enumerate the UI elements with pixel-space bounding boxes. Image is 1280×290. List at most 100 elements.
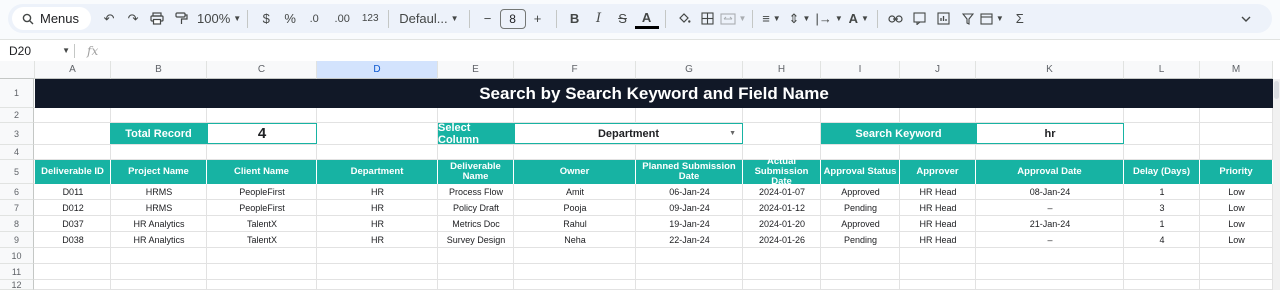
column-header-l[interactable]: L	[1124, 61, 1200, 79]
table-cell[interactable]: HR Head	[900, 184, 976, 200]
borders-icon[interactable]	[696, 8, 720, 30]
name-box[interactable]: D20 ▼	[0, 44, 74, 58]
table-cell[interactable]: 21-Jan-24	[976, 216, 1124, 232]
currency-button[interactable]: $	[254, 8, 278, 30]
table-cell[interactable]: HR Analytics	[111, 232, 207, 248]
row-header-3[interactable]: 3	[0, 123, 34, 145]
text-rotation-icon[interactable]: A ▼	[847, 8, 871, 30]
table-cell[interactable]: 22-Jan-24	[636, 232, 743, 248]
search-keyword-input[interactable]: hr	[976, 123, 1124, 144]
table-cell[interactable]: HR	[317, 184, 438, 200]
sheet-grid[interactable]: Search by Search Keyword and Field Name …	[0, 61, 1280, 290]
column-header-k[interactable]: K	[976, 61, 1124, 79]
column-header-a[interactable]: A	[35, 61, 111, 79]
table-cell[interactable]: 2024-01-20	[743, 216, 821, 232]
table-cell[interactable]: HRMS	[111, 200, 207, 216]
table-cell[interactable]: Pending	[821, 232, 900, 248]
table-cell[interactable]: Approved	[821, 184, 900, 200]
vertical-scrollbar[interactable]	[1273, 79, 1280, 290]
table-cell[interactable]: 2024-01-26	[743, 232, 821, 248]
row-header-6[interactable]: 6	[0, 184, 34, 200]
table-cell[interactable]: HR	[317, 216, 438, 232]
font-size-increase-button[interactable]: +	[526, 8, 550, 30]
table-cell[interactable]: D038	[35, 232, 111, 248]
table-cell[interactable]: Amit	[514, 184, 636, 200]
table-cell[interactable]: PeopleFirst	[207, 184, 317, 200]
table-cell[interactable]: PeopleFirst	[207, 200, 317, 216]
table-cell[interactable]: Metrics Doc	[438, 216, 514, 232]
table-cell[interactable]: D012	[35, 200, 111, 216]
text-color-button[interactable]: A	[634, 9, 659, 29]
number-format-button[interactable]: 123	[358, 8, 382, 30]
select-all-corner[interactable]	[0, 61, 35, 79]
font-select[interactable]: Defaul... ▼	[395, 8, 462, 30]
vertical-align-icon[interactable]: ⇕ ▼	[787, 8, 811, 30]
table-cell[interactable]: HRMS	[111, 184, 207, 200]
column-header-g[interactable]: G	[636, 61, 743, 79]
collapse-toolbar-icon[interactable]	[1234, 8, 1258, 30]
table-cell[interactable]: TalentX	[207, 216, 317, 232]
table-cell[interactable]: –	[976, 232, 1124, 248]
horizontal-align-icon[interactable]: ≡ ▼	[759, 8, 783, 30]
row-header-2[interactable]: 2	[0, 108, 34, 123]
merge-cells-icon[interactable]: ▼	[719, 8, 746, 30]
redo-icon[interactable]: ↷	[121, 8, 145, 30]
percent-button[interactable]: %	[278, 8, 302, 30]
column-header-b[interactable]: B	[111, 61, 207, 79]
row-header-5[interactable]: 5	[0, 160, 34, 184]
column-header-h[interactable]: H	[743, 61, 821, 79]
row-header-8[interactable]: 8	[0, 216, 34, 232]
table-cell[interactable]: 19-Jan-24	[636, 216, 743, 232]
undo-icon[interactable]: ↶	[97, 8, 121, 30]
insert-comment-icon[interactable]	[908, 8, 932, 30]
table-cell[interactable]: HR	[317, 232, 438, 248]
column-header-m[interactable]: M	[1200, 61, 1273, 79]
row-header-9[interactable]: 9	[0, 232, 34, 248]
row-header-1[interactable]: 1	[0, 79, 34, 108]
zoom-select[interactable]: 100% ▼	[197, 8, 241, 30]
strikethrough-button[interactable]: S	[611, 8, 635, 30]
table-cell[interactable]: HR Head	[900, 200, 976, 216]
table-cell[interactable]: 1	[1124, 216, 1200, 232]
table-cell[interactable]: Low	[1200, 200, 1273, 216]
table-cell[interactable]: Low	[1200, 184, 1273, 200]
column-header-j[interactable]: J	[900, 61, 976, 79]
row-header-10[interactable]: 10	[0, 248, 34, 264]
scrollbar-thumb[interactable]	[1274, 81, 1279, 99]
font-size-input[interactable]: 8	[499, 8, 526, 29]
column-header-d[interactable]: D	[317, 61, 438, 79]
menus-search[interactable]: Menus	[12, 7, 92, 30]
table-cell[interactable]: 06-Jan-24	[636, 184, 743, 200]
table-cell[interactable]: Pending	[821, 200, 900, 216]
table-cell[interactable]: 2024-01-12	[743, 200, 821, 216]
table-cell[interactable]: Policy Draft	[438, 200, 514, 216]
table-cell[interactable]: 08-Jan-24	[976, 184, 1124, 200]
table-cell[interactable]: HR Head	[900, 232, 976, 248]
table-cell[interactable]: Neha	[514, 232, 636, 248]
italic-button[interactable]: I	[587, 8, 611, 30]
fill-color-icon[interactable]	[672, 8, 696, 30]
filter-views-icon[interactable]: ▼	[980, 8, 1004, 30]
functions-button[interactable]: Σ	[1008, 8, 1032, 30]
column-header-f[interactable]: F	[514, 61, 636, 79]
table-cell[interactable]: Approved	[821, 216, 900, 232]
table-cell[interactable]: D011	[35, 184, 111, 200]
row-header-7[interactable]: 7	[0, 200, 34, 216]
table-cell[interactable]: Pooja	[514, 200, 636, 216]
table-cell[interactable]: –	[976, 200, 1124, 216]
table-cell[interactable]: Low	[1200, 216, 1273, 232]
row-header-11[interactable]: 11	[0, 264, 34, 280]
select-column-dropdown[interactable]: Department ▼	[514, 123, 743, 144]
bold-button[interactable]: B	[563, 8, 587, 30]
table-cell[interactable]: D037	[35, 216, 111, 232]
table-cell[interactable]: HR	[317, 200, 438, 216]
column-header-c[interactable]: C	[207, 61, 317, 79]
column-header-i[interactable]: I	[821, 61, 900, 79]
font-size-decrease-button[interactable]: −	[476, 8, 500, 30]
row-header-12[interactable]: 12	[0, 280, 34, 290]
insert-chart-icon[interactable]	[932, 8, 956, 30]
table-cell[interactable]: Rahul	[514, 216, 636, 232]
filter-icon[interactable]	[956, 8, 980, 30]
table-cell[interactable]: 1	[1124, 184, 1200, 200]
total-record-value[interactable]: 4	[207, 123, 317, 144]
